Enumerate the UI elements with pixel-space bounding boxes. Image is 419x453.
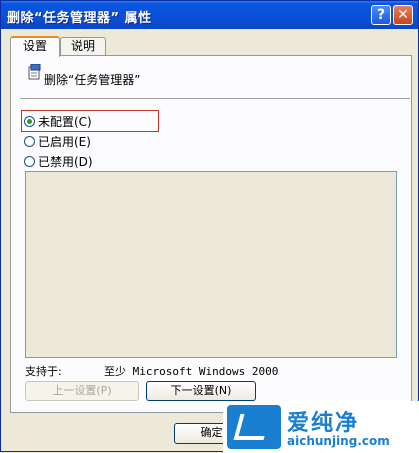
separator — [20, 98, 410, 99]
tab-explain[interactable]: 说明 — [60, 37, 106, 56]
watermark-logo-icon — [227, 405, 281, 449]
radio-disabled[interactable] — [24, 155, 35, 167]
supported-on-label: 支持于: — [25, 365, 62, 378]
option-label: 已禁用(D) — [38, 154, 93, 169]
window-title: 删除“任务管理器” 属性 — [7, 11, 152, 26]
option-disabled[interactable]: 已禁用(D) — [24, 152, 93, 170]
close-button[interactable]: ✕ — [393, 5, 413, 25]
watermark-url: aichunjing.com — [287, 434, 390, 448]
supported-on-value: 至少 Microsoft Windows 2000 — [104, 365, 279, 378]
watermark: 爱纯净 aichunjing.com — [223, 401, 419, 453]
logo-mark — [233, 414, 271, 440]
title-bar[interactable]: 删除“任务管理器” 属性 ? ✕ — [1, 1, 418, 29]
properties-dialog: 删除“任务管理器” 属性 ? ✕ 设置 说明 删除“任务管理器” 未配置(C) … — [0, 0, 419, 453]
previous-setting-button[interactable]: 上一设置(P) — [25, 381, 139, 401]
help-button[interactable]: ? — [371, 5, 391, 25]
option-label: 已启用(E) — [38, 134, 91, 149]
highlight-frame — [21, 110, 159, 132]
policy-name: 删除“任务管理器” — [44, 73, 141, 87]
watermark-title: 爱纯净 — [287, 411, 360, 436]
option-enabled[interactable]: 已启用(E) — [24, 132, 91, 150]
policy-icon — [28, 64, 41, 80]
next-setting-button[interactable]: 下一设置(N) — [146, 381, 256, 401]
settings-panel: 删除“任务管理器” 未配置(C) 已启用(E) 已禁用(D) 支持于: 至少 M… — [10, 55, 412, 413]
explain-area — [25, 171, 397, 358]
tab-settings[interactable]: 设置 — [10, 36, 60, 57]
radio-enabled[interactable] — [24, 135, 35, 147]
